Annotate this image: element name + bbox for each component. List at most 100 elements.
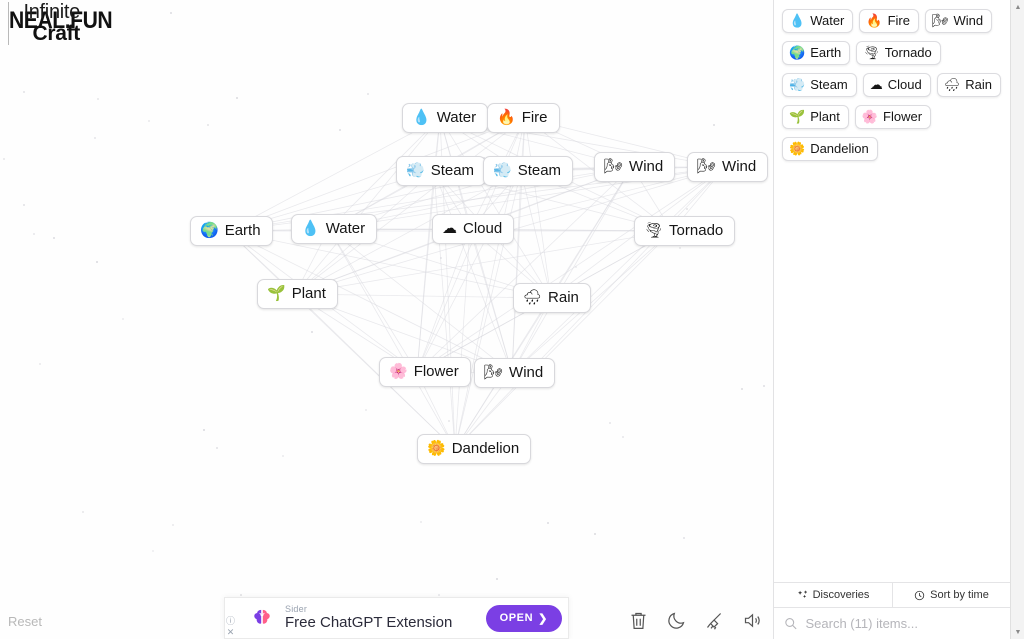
sidebar-item-wind[interactable]: 🌬 Wind [924, 9, 993, 33]
water-droplet-icon: 💧 [789, 13, 806, 28]
flower-icon: 🌸 [861, 109, 879, 124]
sidebar-item-cloud[interactable]: ☁ Cloud [862, 73, 931, 97]
ad-banner[interactable]: Sider Free ChatGPT Extension OPEN ❯ [224, 597, 569, 639]
sidebar-item-plant[interactable]: 🌱 Plant [782, 105, 849, 129]
canvas-node-earth[interactable]: 🌍 Earth [190, 216, 273, 246]
background-dot [207, 124, 209, 126]
sidebar-item-fire[interactable]: 🔥 Fire [859, 9, 919, 33]
sidebar-item-dandelion[interactable]: 🌼 Dandelion [782, 137, 878, 161]
background-dot [39, 363, 41, 365]
background-dot [148, 120, 150, 122]
canvas-node-label: Rain [548, 289, 579, 306]
sidebar-item-tornado[interactable]: 🌪 Tornado [856, 41, 941, 65]
speaker-icon[interactable] [742, 610, 763, 631]
background-dot [438, 594, 440, 596]
search-input[interactable] [805, 616, 1000, 631]
wind-icon: 🌬 [604, 158, 624, 175]
sidebar-item-flower[interactable]: 🌸 Flower [854, 105, 932, 129]
canvas-node-label: Wind [722, 158, 757, 175]
flower-icon: 🌸 [389, 363, 408, 380]
scroll-up-arrow[interactable]: ▲ [1011, 0, 1024, 14]
ad-open-label: OPEN [499, 612, 534, 624]
background-dot [547, 522, 549, 524]
cloud-icon: ☁ [869, 77, 883, 92]
earth-globe-icon: 🌍 [789, 45, 806, 60]
sidebar-item-label: Rain [965, 77, 992, 92]
sidebar-item-label: Fire [887, 13, 910, 28]
background-dot [741, 388, 743, 390]
background-dot [170, 12, 172, 14]
scroll-down-arrow[interactable]: ▼ [1011, 625, 1024, 639]
tab-discoveries[interactable]: Discoveries [774, 583, 892, 607]
background-dot [609, 422, 611, 424]
canvas-node-wind[interactable]: 🌬 Wind [474, 358, 556, 388]
tab-discoveries-label: Discoveries [812, 589, 870, 601]
canvas-node-label: Wind [509, 364, 544, 381]
canvas-node-steam[interactable]: 💨 Steam [396, 156, 487, 186]
canvas-node-flower[interactable]: 🌸 Flower [379, 357, 471, 387]
fire-icon: 🔥 [497, 109, 516, 126]
background-dot [82, 511, 84, 513]
search-bar[interactable] [774, 608, 1010, 639]
canvas-toolbar [628, 610, 763, 631]
steam-icon: 💨 [406, 162, 425, 179]
background-dot [23, 204, 25, 206]
canvas-node-rain[interactable]: 🌧 Rain [513, 283, 591, 313]
canvas-node-tornado[interactable]: 🌪 Tornado [634, 216, 736, 246]
earth-globe-icon: 🌍 [200, 222, 219, 239]
broom-icon[interactable] [704, 610, 725, 631]
sidebar-item-steam[interactable]: 💨 Steam [782, 73, 857, 97]
sidebar-item-label: Dandelion [810, 141, 869, 156]
background-dot [365, 409, 367, 411]
background-dot [575, 266, 577, 268]
sidebar-item-label: Flower [883, 109, 923, 124]
sidebar-item-label: Tornado [884, 45, 932, 60]
background-dot [679, 247, 681, 249]
background-dot [448, 420, 450, 422]
background-dot [94, 137, 96, 139]
reset-button[interactable]: Reset [8, 614, 42, 629]
sidebar-item-earth[interactable]: 🌍 Earth [782, 41, 851, 65]
canvas-node-water[interactable]: 💧 Water [402, 103, 489, 133]
canvas-node-label: Steam [517, 162, 562, 179]
background-dot [33, 233, 35, 235]
page-scrollbar[interactable]: ▲ ▼ [1010, 0, 1024, 639]
canvas-node-fire[interactable]: 🔥 Fire [487, 103, 560, 133]
canvas-node-wind[interactable]: 🌬 Wind [594, 152, 676, 182]
background-dot [763, 385, 765, 387]
canvas-node-plant[interactable]: 🌱 Plant [257, 279, 338, 309]
sidebar-item-label: Wind [953, 13, 984, 28]
canvas-node-wind[interactable]: 🌬 Wind [687, 152, 769, 182]
background-dot [152, 550, 154, 552]
plant-seedling-icon: 🌱 [267, 285, 286, 302]
background-dot [686, 208, 688, 210]
canvas-node-label: Earth [224, 222, 261, 239]
background-dots [0, 0, 773, 639]
canvas-node-label: Dandelion [451, 440, 520, 457]
sidebar-item-water[interactable]: 💧 Water [782, 9, 854, 33]
tab-sort-by-time[interactable]: Sort by time [892, 583, 1010, 607]
canvas-node-cloud[interactable]: ☁ Cloud [432, 214, 515, 244]
canvas-node-label: Fire [521, 109, 548, 126]
search-icon [785, 618, 797, 630]
sparkle-icon [797, 590, 807, 598]
canvas-node-water[interactable]: 💧 Water [291, 214, 378, 244]
scrollbar-thumb[interactable] [1012, 16, 1024, 576]
crafting-canvas[interactable]: NEAL.FUN Infinite Craft 💧 Water 🔥 Fire 💨 Stea… [0, 0, 773, 639]
canvas-node-label: Steam [430, 162, 475, 179]
sidebar-item-rain[interactable]: 🌧 Rain [936, 73, 1001, 97]
background-dot [216, 447, 218, 449]
ad-open-button[interactable]: OPEN ❯ [485, 604, 562, 632]
canvas-node-label: Plant [291, 285, 326, 302]
background-dot [96, 261, 98, 263]
moon-icon[interactable] [666, 610, 687, 631]
canvas-node-dandelion[interactable]: 🌼 Dandelion [417, 434, 532, 464]
ad-info-icon[interactable]: ⓘ [226, 617, 235, 626]
background-dot [203, 429, 205, 431]
dandelion-icon: 🌼 [789, 141, 806, 156]
trash-icon[interactable] [628, 610, 649, 631]
canvas-node-steam[interactable]: 💨 Steam [483, 156, 574, 186]
ad-close-icon[interactable]: ✕ [227, 628, 235, 637]
background-dot [622, 436, 624, 438]
background-dot [496, 578, 498, 580]
